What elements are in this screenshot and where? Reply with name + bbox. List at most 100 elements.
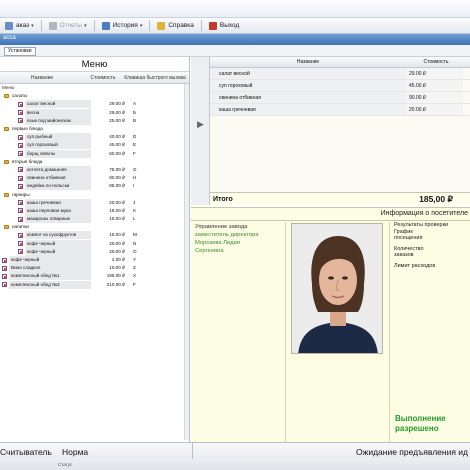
menu-category[interactable]: салаты bbox=[0, 92, 189, 100]
menu-separator bbox=[40, 20, 42, 31]
menu-item-row[interactable]: комплексный обед №1 195.00 ₽ X bbox=[0, 272, 189, 281]
menu-item-row[interactable]: кофе черный 2.00 ₽ Y bbox=[0, 256, 189, 265]
dish-icon bbox=[18, 167, 23, 173]
menu-scrollbar[interactable] bbox=[184, 84, 189, 440]
status-small-label: Статус bbox=[58, 462, 73, 467]
ribbon-tab-cashier[interactable]: асса bbox=[3, 35, 16, 41]
menu-reports[interactable]: Отчеты ▾ bbox=[44, 19, 92, 33]
menu-category[interactable]: гарниры bbox=[0, 190, 189, 198]
menu-title: Меню bbox=[0, 57, 189, 72]
menu-item-row[interactable]: свинина отбивная 90.00 ₽ H bbox=[0, 174, 189, 183]
menu-item-name: салат весной bbox=[25, 100, 91, 109]
menu-item-price: 60.00 ₽ bbox=[109, 150, 125, 156]
visitor-patronymic: Сергеевна bbox=[195, 248, 224, 254]
menu-item-name: суп гороховый bbox=[25, 141, 91, 150]
menu-item-row[interactable]: комплексный обед №3 210.00 ₽ F bbox=[0, 280, 189, 289]
menu-item-name: компот из сухофруктов bbox=[25, 231, 91, 240]
menu-item-name: борщ свёклы bbox=[25, 149, 91, 158]
column-header-name[interactable]: Название bbox=[0, 75, 84, 81]
column-header-hotkey[interactable]: Клавиша быстрого вызова bbox=[122, 75, 188, 81]
menu-item-row[interactable]: каша перловая мука 18.00 ₽ K bbox=[0, 206, 189, 215]
menu-item-row[interactable]: кофе черный 20.00 ₽ N bbox=[0, 239, 189, 248]
menu-item-price: 29.00 ₽ bbox=[109, 109, 125, 115]
menu-item-price: 25.00 ₽ bbox=[109, 117, 125, 123]
menu-order[interactable]: аказ ▾ bbox=[0, 19, 39, 33]
order-item-name: свинина отбивная bbox=[210, 92, 406, 103]
status-bar: Считыватель Норма Ожидание предъявления … bbox=[0, 442, 470, 470]
settings-tab[interactable]: Установки bbox=[4, 47, 36, 56]
order-row[interactable]: суп гороховый 45.00 ₽ bbox=[210, 80, 470, 92]
menu-item-row[interactable]: суп рыбный 40.00 ₽ D bbox=[0, 133, 189, 142]
order-panel: Название Стоимость салат весной 29.00 ₽ су… bbox=[210, 57, 470, 205]
dish-icon bbox=[18, 175, 23, 181]
window-title-strip bbox=[0, 0, 470, 18]
menu-item-hotkey: H bbox=[133, 175, 137, 181]
menu-item-price: 2.00 ₽ bbox=[111, 257, 125, 263]
menu-item-price: 210.00 ₽ bbox=[106, 281, 125, 287]
menu-help[interactable]: Справка bbox=[152, 19, 199, 33]
menu-item-hotkey: J bbox=[133, 199, 136, 205]
menu-tree-root[interactable]: Меню bbox=[0, 84, 189, 92]
access-status: Выполнение разрешено bbox=[395, 414, 446, 434]
menu-item-row[interactable]: весна 29.00 ₽ Б bbox=[0, 108, 189, 117]
menu-reports-label: Отчеты bbox=[59, 22, 83, 29]
menu-item-row[interactable]: котлета домашняя 75.00 ₽ G bbox=[0, 165, 189, 174]
chevron-down-icon: ▾ bbox=[31, 22, 34, 29]
menu-item-row[interactable]: салат весной 29.00 ₽ А bbox=[0, 100, 189, 109]
arrow-right-icon[interactable]: ▶ bbox=[197, 119, 204, 130]
menu-item-name: суп рыбный bbox=[25, 133, 91, 142]
access-status-line2: разрешено bbox=[395, 424, 439, 433]
dish-icon bbox=[18, 110, 23, 116]
dish-icon bbox=[18, 241, 23, 247]
menu-item-row[interactable]: индейка по-польски 85.00 ₽ I bbox=[0, 182, 189, 191]
menu-category[interactable]: вторые блюда bbox=[0, 158, 189, 166]
order-table-header: Название Стоимость bbox=[210, 57, 470, 68]
menu-item-price: 20.00 ₽ bbox=[109, 240, 125, 246]
menu-item-row[interactable]: каша гречневая 20.00 ₽ J bbox=[0, 198, 189, 207]
order-column-price[interactable]: Стоимость bbox=[406, 59, 466, 65]
menu-item-hotkey: O bbox=[133, 248, 137, 254]
column-header-price[interactable]: Стоимость bbox=[84, 75, 122, 81]
menu-item-name: кофе черный bbox=[9, 256, 91, 265]
menu-item-name: каша гречневая bbox=[25, 198, 91, 207]
order-row[interactable]: каша гречневая 20.00 ₽ bbox=[210, 104, 470, 116]
ribbon-tab-bar: асса bbox=[0, 34, 470, 45]
menu-item-row[interactable]: борщ свёклы 60.00 ₽ F bbox=[0, 149, 189, 158]
menu-category[interactable]: первые блюда bbox=[0, 125, 189, 133]
menu-item-name: свинина отбивная bbox=[25, 174, 91, 183]
exit-icon bbox=[208, 21, 217, 30]
menu-item-price: 45.00 ₽ bbox=[109, 142, 125, 148]
order-column-name[interactable]: Название bbox=[210, 59, 406, 65]
menu-item-price: 18.00 ₽ bbox=[109, 207, 125, 213]
reports-icon bbox=[48, 21, 57, 30]
order-item-price: 90.00 ₽ bbox=[406, 92, 463, 103]
menu-item-name: котлета домашняя bbox=[25, 165, 91, 174]
menu-item-row[interactable]: суп гороховый 45.00 ₽ E bbox=[0, 141, 189, 150]
menu-separator bbox=[200, 20, 202, 31]
order-item-price: 45.00 ₽ bbox=[406, 80, 463, 91]
menu-item-row[interactable]: компот из сухофруктов 15.00 ₽ M bbox=[0, 231, 189, 240]
status-waiting: Ожидание предъявления ид bbox=[356, 447, 468, 457]
order-item-name: салат весной bbox=[210, 68, 406, 79]
menu-item-name: Вино сладкое bbox=[9, 264, 91, 273]
menu-exit[interactable]: Выход bbox=[204, 19, 244, 33]
menu-item-hotkey: F bbox=[133, 281, 136, 287]
menu-item-row[interactable]: Вино сладкое 10.00 ₽ Z bbox=[0, 264, 189, 273]
order-row[interactable]: свинина отбивная 90.00 ₽ bbox=[210, 92, 470, 104]
menu-item-row[interactable]: макароны отварные 15.00 ₽ L bbox=[0, 215, 189, 224]
menu-item-hotkey: Y bbox=[133, 257, 137, 263]
menu-item-price: 10.00 ₽ bbox=[109, 265, 125, 271]
folder-icon bbox=[4, 94, 9, 99]
menu-item-row[interactable]: язык под майонезом 25.00 ₽ В bbox=[0, 116, 189, 125]
dish-icon bbox=[18, 118, 23, 124]
dish-icon bbox=[18, 151, 23, 157]
dish-icon bbox=[18, 142, 23, 148]
dish-icon bbox=[2, 265, 7, 271]
order-row[interactable]: салат весной 29.00 ₽ bbox=[210, 68, 470, 80]
menu-item-row[interactable]: кофе черный 20.00 ₽ O bbox=[0, 247, 189, 256]
menu-item-price: 85.00 ₽ bbox=[109, 183, 125, 189]
menu-history[interactable]: История ▾ bbox=[97, 19, 148, 33]
menu-category[interactable]: напитки bbox=[0, 223, 189, 231]
menu-category-label: салаты bbox=[12, 93, 28, 99]
visitor-details: Управление завода заместитель директора … bbox=[195, 223, 283, 255]
